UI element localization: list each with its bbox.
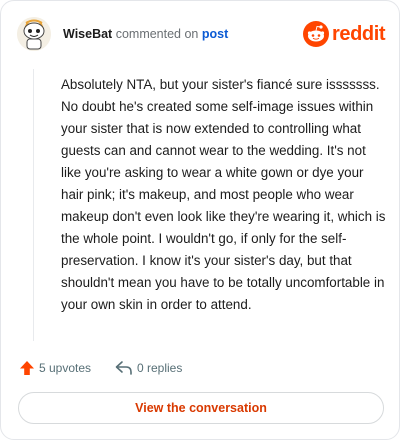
- reply-count: 0 replies: [137, 361, 183, 375]
- reddit-logo[interactable]: reddit: [303, 21, 386, 49]
- post-link[interactable]: post: [202, 27, 228, 41]
- snoo-avatar-icon[interactable]: [17, 17, 51, 51]
- reddit-wordmark: reddit: [332, 23, 386, 45]
- upvote-stat[interactable]: 5 upvotes: [19, 357, 109, 379]
- upvote-arrow-icon: [20, 361, 34, 375]
- username[interactable]: WiseBat: [63, 27, 112, 41]
- comment-header: WiseBat commented on post reddit: [17, 17, 386, 53]
- view-conversation-button[interactable]: View the conversation: [18, 392, 384, 424]
- comment-stats: 5 upvotes 0 replies: [19, 357, 383, 379]
- reply-stat[interactable]: 0 replies: [115, 357, 225, 379]
- reply-arrow-icon: [115, 361, 132, 375]
- comment-byline: WiseBat commented on post: [63, 26, 228, 42]
- reddit-snoo-icon: [303, 21, 329, 47]
- upvote-count: 5 upvotes: [39, 361, 92, 375]
- byline-action: commented on: [115, 27, 199, 41]
- comment-embed-card: WiseBat commented on post reddit Absolut…: [0, 0, 400, 440]
- comment-body: Absolutely NTA, but your sister's fiancé…: [61, 77, 386, 312]
- thread-line: [33, 69, 34, 341]
